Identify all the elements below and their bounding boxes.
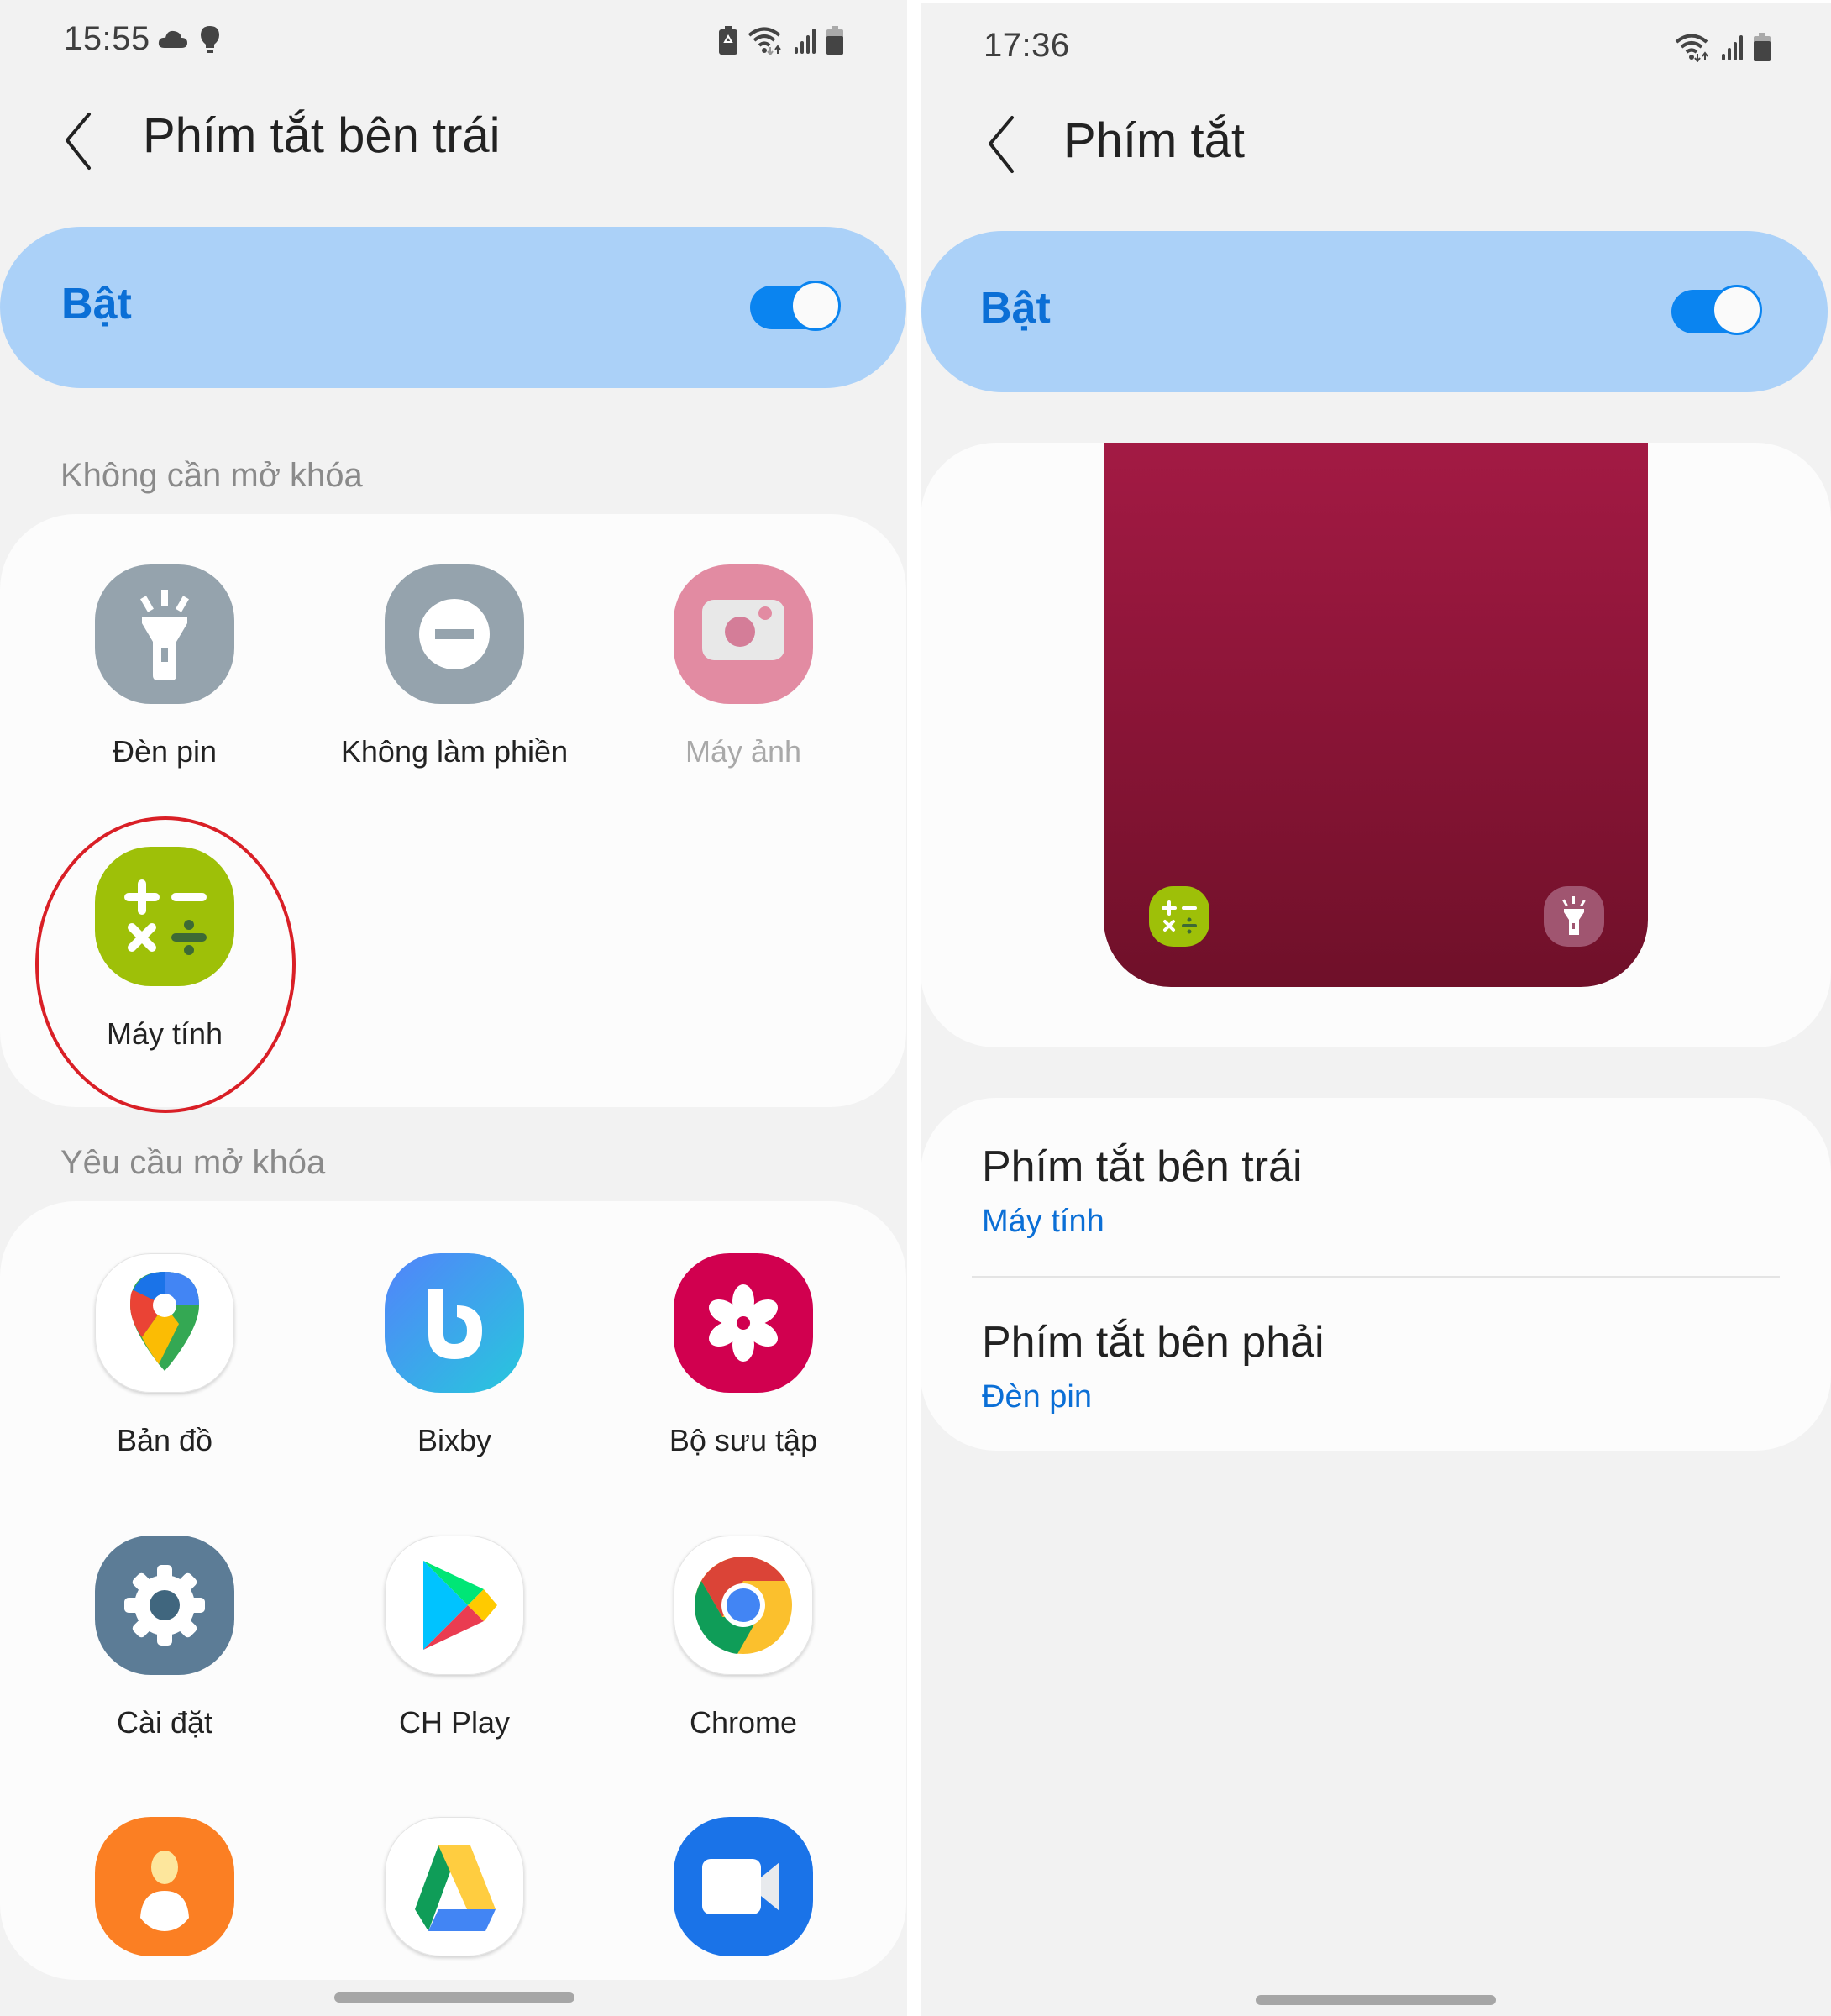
battery-icon <box>826 26 843 55</box>
signal-icon <box>795 29 816 54</box>
right-shortcut-title: Phím tắt bên phải <box>982 1318 1325 1367</box>
play-store-icon <box>385 1536 524 1675</box>
master-switch-label: Bật <box>61 280 132 328</box>
app-label: Cài đặt <box>116 1705 213 1740</box>
left-shortcut-title: Phím tắt bên trái <box>982 1142 1303 1191</box>
signal-icon <box>1722 35 1743 60</box>
section-label-no-unlock: Không cần mở khóa <box>60 457 363 494</box>
right-shortcut-item[interactable]: Phím tắt bên phải Đèn pin <box>921 1278 1831 1446</box>
gallery-icon <box>674 1253 813 1393</box>
toggle-knob <box>790 281 841 331</box>
app-label: Đèn pin <box>112 734 218 769</box>
app-contacts[interactable] <box>22 1817 307 1956</box>
contacts-icon <box>95 1817 234 1956</box>
master-switch-row[interactable]: Bật <box>0 227 906 388</box>
back-arrow-icon <box>989 116 1014 173</box>
status-time: 15:55 <box>64 20 150 57</box>
app-gallery[interactable]: Bộ sưu tập <box>601 1253 886 1458</box>
home-indicator[interactable] <box>334 1992 574 2003</box>
home-indicator[interactable] <box>1256 1995 1496 2005</box>
battery-icon <box>1754 33 1771 61</box>
camera-icon <box>674 564 813 704</box>
app-label: Bản đồ <box>116 1423 213 1457</box>
page-title: Phím tắt <box>1063 113 1245 168</box>
app-settings[interactable]: Cài đặt <box>22 1536 307 1740</box>
cloud-icon <box>158 30 187 48</box>
app-label: Máy ảnh <box>685 734 802 769</box>
app-google-drive[interactable] <box>312 1817 597 1956</box>
duo-video-icon <box>674 1817 813 1956</box>
calculator-icon <box>1162 900 1197 934</box>
unlock-required-app-card: Bản đồ Bixby Bộ sưu tập Cài đặt CH Play <box>0 1201 906 1980</box>
toggle-knob <box>1712 285 1762 335</box>
battery-saver-icon <box>719 26 737 55</box>
app-play-store[interactable]: CH Play <box>312 1536 597 1740</box>
app-label: Máy tính <box>106 1016 223 1051</box>
app-chrome[interactable]: Chrome <box>601 1536 886 1740</box>
left-shortcut-value: Máy tính <box>982 1204 1104 1239</box>
app-duo[interactable] <box>601 1817 886 1956</box>
page-title: Phím tắt bên trái <box>143 108 501 163</box>
bixby-icon <box>385 1253 524 1393</box>
preview-right-shortcut <box>1544 886 1604 947</box>
google-maps-icon <box>95 1253 234 1393</box>
app-camera: Máy ảnh <box>601 564 886 769</box>
wifi-icon <box>1675 34 1708 62</box>
wifi-icon <box>748 27 781 55</box>
google-drive-icon <box>385 1817 524 1956</box>
right-shortcut-value: Đèn pin <box>982 1379 1092 1415</box>
lock-screen-preview <box>1104 443 1648 987</box>
app-label: Chrome <box>689 1705 798 1740</box>
flashlight-icon <box>95 564 234 704</box>
app-do-not-disturb[interactable]: Không làm phiền <box>312 564 597 769</box>
app-maps[interactable]: Bản đồ <box>22 1253 307 1458</box>
app-flashlight[interactable]: Đèn pin <box>22 564 307 769</box>
preview-left-shortcut <box>1149 886 1209 947</box>
section-label-unlock-required: Yêu cầu mở khóa <box>60 1144 326 1181</box>
master-toggle[interactable] <box>1671 285 1762 339</box>
settings-icon <box>95 1536 234 1675</box>
left-shortcut-item[interactable]: Phím tắt bên trái Máy tính <box>921 1098 1831 1266</box>
no-unlock-app-card: Đèn pin Không làm phiền Máy ảnh Máy tính <box>0 514 906 1107</box>
master-toggle[interactable] <box>750 281 841 334</box>
shortcut-list-card: Phím tắt bên trái Máy tính Phím tắt bên … <box>921 1098 1831 1451</box>
lock-screen-preview-card <box>921 443 1831 1047</box>
status-time: 17:36 <box>984 27 1070 64</box>
app-label: CH Play <box>398 1705 511 1740</box>
lightbulb-icon <box>201 26 219 53</box>
app-bixby[interactable]: Bixby <box>312 1253 597 1458</box>
app-calculator[interactable]: Máy tính <box>22 847 307 1052</box>
master-switch-row[interactable]: Bật <box>921 231 1828 392</box>
calculator-icon <box>95 847 234 986</box>
app-label: Bộ sưu tập <box>669 1423 818 1457</box>
back-button[interactable] <box>60 109 94 176</box>
chrome-icon <box>674 1536 813 1675</box>
app-label: Không làm phiền <box>340 734 569 769</box>
app-label: Bixby <box>417 1423 492 1457</box>
master-switch-label: Bật <box>980 284 1051 333</box>
left-screen: 15:55 Phím tắt bên trái Bật Không cần mở… <box>0 0 907 2016</box>
flashlight-icon <box>1562 896 1586 935</box>
do-not-disturb-icon <box>385 564 524 704</box>
back-button[interactable] <box>984 113 1017 180</box>
back-arrow-icon <box>66 113 91 170</box>
right-screen: 17:36 Phím tắt Bật Phím tắt bên trái Máy… <box>921 3 1831 2016</box>
